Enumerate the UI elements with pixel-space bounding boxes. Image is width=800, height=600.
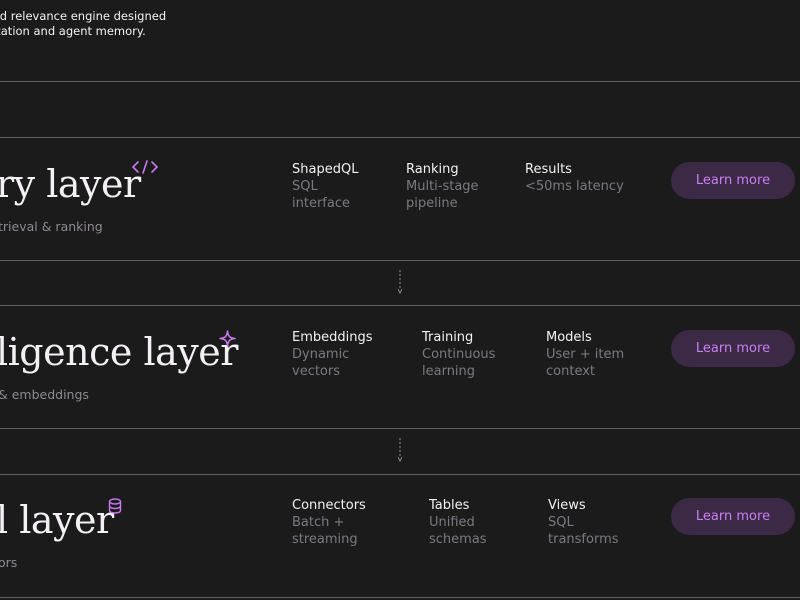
- stat-description: Multi-stage pipeline: [406, 179, 479, 211]
- divider: [0, 260, 800, 261]
- stat-description: Unified schemas: [429, 515, 487, 547]
- learn-more-button[interactable]: Learn more: [671, 498, 795, 535]
- layer-subtitle: trieval & ranking: [0, 219, 103, 234]
- stat-label: Connectors: [292, 498, 366, 513]
- divider: [0, 81, 800, 82]
- learn-more-button[interactable]: Learn more: [671, 330, 795, 367]
- learn-more-button[interactable]: Learn more: [671, 162, 795, 199]
- stat-label: ShapedQL: [292, 162, 359, 177]
- stat-label: Training: [422, 330, 474, 345]
- stat-label: Models: [546, 330, 592, 345]
- page: o-end relevance engine designed nalizati…: [0, 0, 800, 600]
- stat-embeddings: Embeddings Dynamic vectors: [292, 329, 373, 380]
- stat-description: <50ms latency: [525, 179, 624, 194]
- stat-models: Models User + item context: [546, 329, 624, 380]
- down-arrow-icon: [397, 438, 403, 463]
- intro-text: o-end relevance engine designed nalizati…: [0, 9, 166, 39]
- layer-title: ry layer: [0, 162, 141, 206]
- stat-label: Tables: [429, 498, 470, 513]
- stat-description: Continuous learning: [422, 347, 496, 379]
- divider: [0, 428, 800, 429]
- stat-description: Batch + streaming: [292, 515, 358, 547]
- stat-shapedql: ShapedQL SQL interface: [292, 161, 358, 212]
- intro-line-1: o-end relevance engine designed: [0, 9, 167, 23]
- down-arrow-icon: [397, 270, 403, 295]
- divider: [0, 474, 800, 475]
- stat-ranking: Ranking Multi-stage pipeline: [406, 161, 479, 212]
- stat-description: SQL interface: [292, 179, 350, 211]
- database-icon: [108, 498, 122, 518]
- divider: [0, 137, 800, 138]
- stat-label: Results: [525, 162, 572, 177]
- divider: [0, 305, 800, 306]
- stat-label: Views: [548, 498, 586, 513]
- stat-views: Views SQL transforms: [548, 497, 619, 548]
- stat-label: Ranking: [406, 162, 459, 177]
- layer-title: ligence layer: [0, 330, 238, 374]
- stat-description: Dynamic vectors: [292, 347, 350, 379]
- stat-training: Training Continuous learning: [422, 329, 495, 380]
- intro-line-2: nalization and agent memory.: [0, 24, 146, 38]
- stat-tables: Tables Unified schemas: [429, 497, 487, 548]
- stat-label: Embeddings: [292, 330, 373, 345]
- layer-subtitle: & embeddings: [0, 387, 89, 402]
- stat-description: User + item context: [546, 347, 625, 379]
- layer-subtitle: ors: [0, 555, 18, 570]
- divider: [0, 597, 800, 598]
- stat-description: SQL transforms: [548, 515, 619, 547]
- code-icon: [131, 160, 159, 178]
- stat-connectors: Connectors Batch + streaming: [292, 497, 366, 548]
- stat-results: Results <50ms latency: [525, 161, 624, 195]
- sparkle-icon: [219, 330, 236, 351]
- layer-title: l layer: [0, 498, 114, 542]
